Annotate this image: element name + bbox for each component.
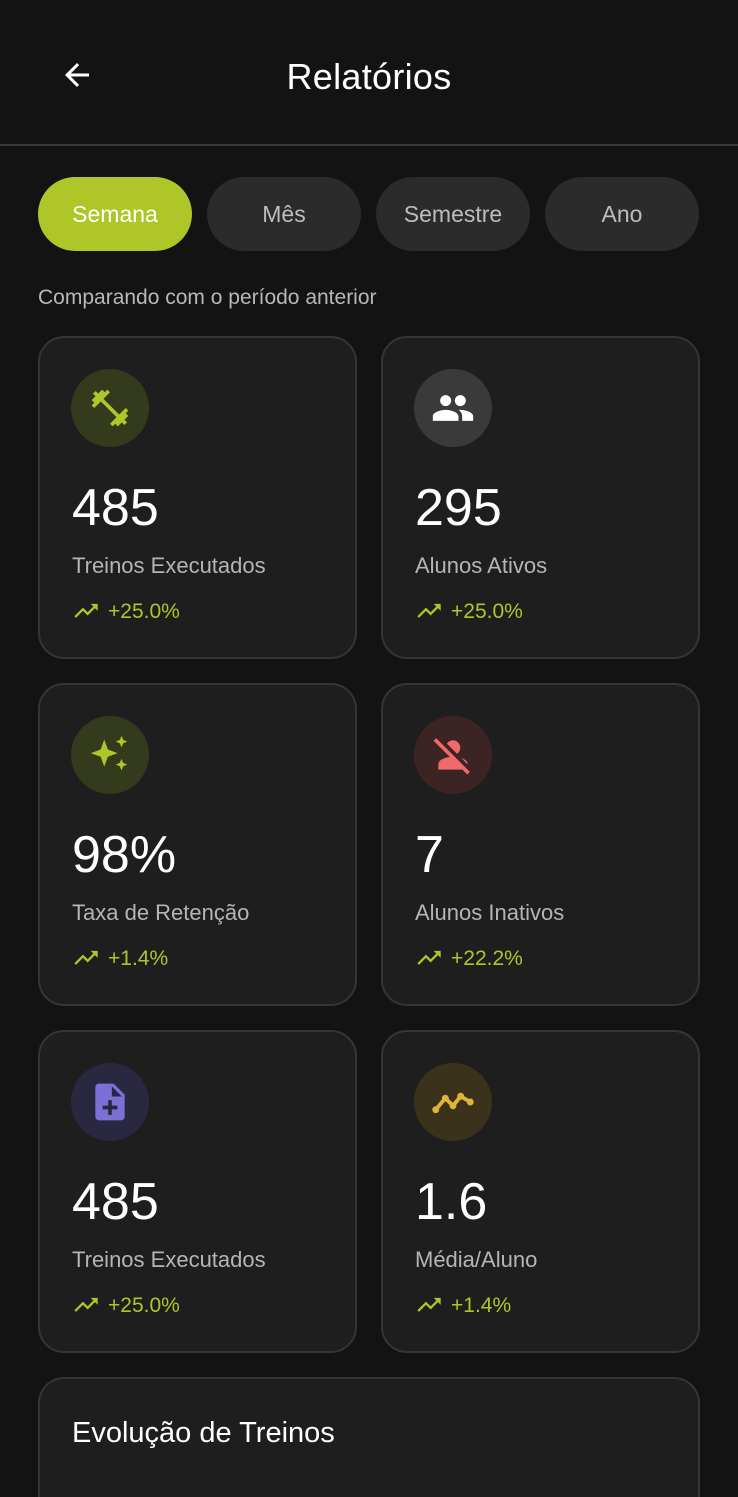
app-header: Relatórios (0, 0, 738, 146)
trending-up-icon (417, 950, 441, 965)
sparkles-icon (71, 716, 149, 794)
stat-card-media-aluno[interactable]: 1.6 Média/Aluno +1.4% (381, 1030, 700, 1353)
stat-trend: +1.4% (415, 1294, 511, 1318)
stat-label: Taxa de Retenção (72, 900, 250, 925)
line-chart-icon (414, 1063, 492, 1141)
stat-trend-value: +25.0% (451, 600, 523, 623)
trending-up-icon (74, 603, 98, 618)
tab-ano[interactable]: Ano (545, 177, 699, 251)
stat-value: 295 (415, 479, 502, 537)
tab-semestre[interactable]: Semestre (376, 177, 530, 251)
stat-trend: +25.0% (72, 1294, 180, 1318)
stat-card-alunos-inativos[interactable]: 7 Alunos Inativos +22.2% (381, 683, 700, 1006)
stat-label: Alunos Inativos (415, 900, 565, 925)
evolution-chart-card: Evolução de Treinos (38, 1377, 700, 1497)
tab-semana[interactable]: Semana (38, 177, 192, 251)
stat-trend: +22.2% (415, 947, 523, 971)
stat-label: Média/Aluno (415, 1247, 538, 1272)
trending-up-icon (417, 1297, 441, 1312)
person-off-icon (414, 716, 492, 794)
stat-trend-value: +25.0% (108, 600, 180, 623)
trending-up-icon (417, 603, 441, 618)
period-tabs: Semana Mês Semestre Ano (38, 177, 700, 251)
stat-label: Alunos Ativos (415, 553, 548, 578)
stat-trend-value: +1.4% (108, 947, 169, 970)
dumbbell-icon (71, 369, 149, 447)
people-icon (414, 369, 492, 447)
note-add-icon (71, 1063, 149, 1141)
tab-mes[interactable]: Mês (207, 177, 361, 251)
section-title: Evolução de Treinos (72, 1417, 335, 1449)
comparison-subtitle: Comparando com o período anterior (38, 286, 377, 309)
stat-label: Treinos Executados (72, 1247, 266, 1272)
trending-up-icon (74, 950, 98, 965)
stat-card-treinos-2[interactable]: 485 Treinos Executados +25.0% (38, 1030, 357, 1353)
stat-card-retencao[interactable]: 98% Taxa de Retenção +1.4% (38, 683, 357, 1006)
stat-trend-value: +1.4% (451, 1294, 512, 1317)
stat-trend-value: +22.2% (451, 947, 523, 970)
stat-value: 7 (415, 826, 444, 884)
stat-trend: +1.4% (72, 947, 168, 971)
stat-card-treinos[interactable]: 485 Treinos Executados +25.0% (38, 336, 357, 659)
stat-trend-value: +25.0% (108, 1294, 180, 1317)
stat-label: Treinos Executados (72, 553, 266, 578)
stat-card-alunos-ativos[interactable]: 295 Alunos Ativos +25.0% (381, 336, 700, 659)
stat-value: 485 (72, 1173, 159, 1231)
page-title: Relatórios (286, 56, 452, 97)
stat-trend: +25.0% (72, 600, 180, 624)
trending-up-icon (74, 1297, 98, 1312)
stat-trend: +25.0% (415, 600, 523, 624)
stat-value: 485 (72, 479, 159, 537)
stat-value: 1.6 (415, 1173, 488, 1231)
stat-value: 98% (72, 826, 177, 884)
